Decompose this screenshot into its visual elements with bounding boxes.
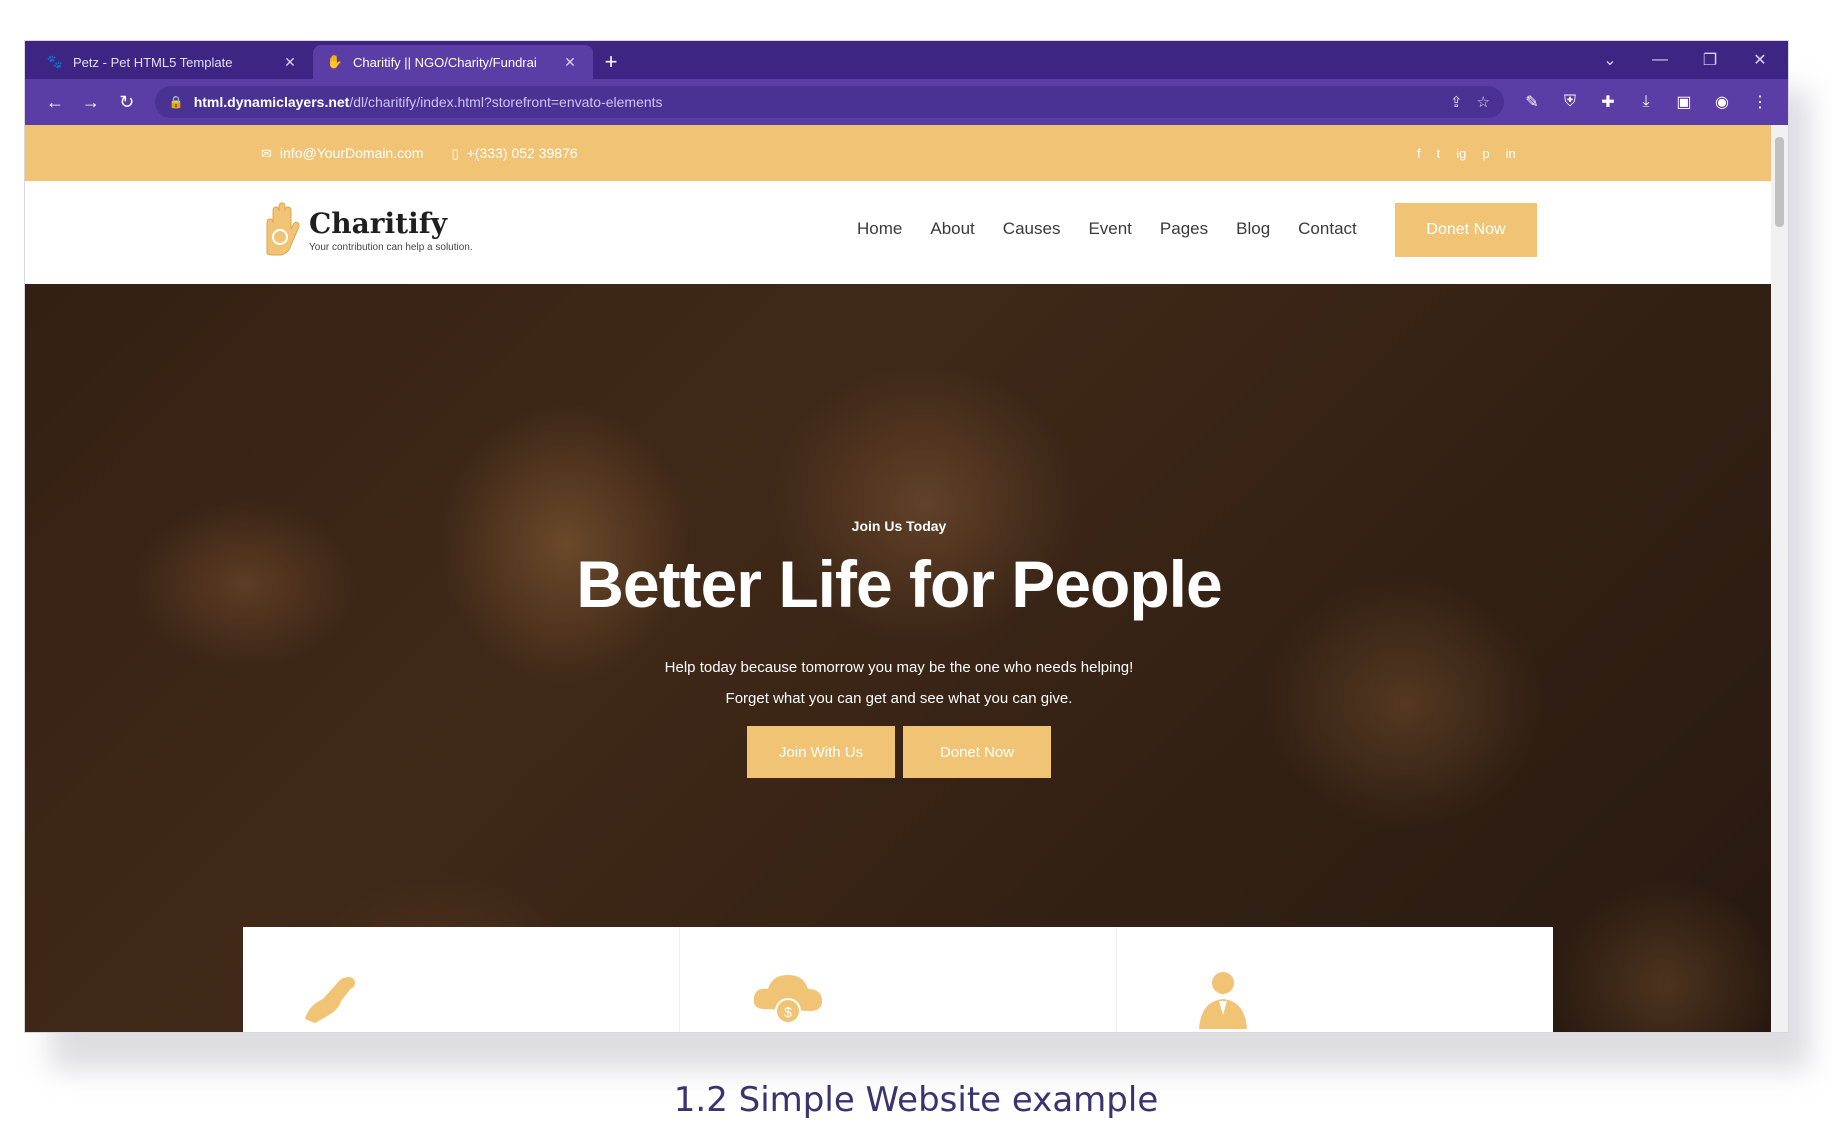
figure: 🐾 Petz - Pet HTML5 Template ✕ ✋ Charitif… [0, 0, 1832, 1142]
tab-strip: 🐾 Petz - Pet HTML5 Template ✕ ✋ Charitif… [25, 41, 1788, 79]
site-topbar: ✉ info@YourDomain.com ▯ +(333) 052 39876 f… [25, 125, 1773, 181]
svg-text:$: $ [784, 1004, 792, 1020]
tab-petz[interactable]: 🐾 Petz - Pet HTML5 Template ✕ [33, 45, 313, 79]
logo-tagline: Your contribution can help a solution. [309, 241, 473, 253]
browser-window: 🐾 Petz - Pet HTML5 Template ✕ ✋ Charitif… [24, 40, 1789, 1033]
join-with-us-button[interactable]: Join With Us [747, 726, 895, 778]
hero-subtitle-line2: Forget what you can get and see what you… [725, 690, 1073, 707]
nav-about[interactable]: About [930, 219, 974, 239]
extensions-bar: ✎ ⛨ ✚ ⤓ ▣ ◉ ⋮ [1516, 86, 1776, 118]
mail-icon: ✉ [261, 145, 272, 161]
close-window-icon[interactable]: ✕ [1738, 50, 1782, 70]
contact-info: ✉ info@YourDomain.com ▯ +(333) 052 39876 [261, 145, 578, 162]
back-arrow-icon[interactable]: ← [37, 86, 73, 118]
twitter-icon[interactable]: t [1437, 146, 1441, 161]
lock-icon[interactable]: 🔒 [169, 95, 184, 109]
browser-toolbar: ← → ↻ 🔒 html.dynamiclayers.net /dl/chari… [25, 79, 1788, 125]
nav-home[interactable]: Home [857, 219, 902, 239]
minimize-icon[interactable]: — [1638, 51, 1682, 69]
address-bar[interactable]: 🔒 html.dynamiclayers.net /dl/charitify/i… [154, 86, 1504, 118]
instagram-icon[interactable]: ig [1456, 146, 1466, 161]
hand-icon: ✋ [326, 54, 344, 69]
figure-caption: 1.2 Simple Website example [673, 1080, 1159, 1120]
tab-charitify[interactable]: ✋ Charitify || NGO/Charity/Fundrai ✕ [313, 45, 593, 79]
feature-card[interactable] [1117, 927, 1553, 1032]
nav-contact[interactable]: Contact [1298, 219, 1357, 239]
money-cloud-icon: $ [750, 969, 826, 1032]
volunteer-person-icon [1193, 969, 1253, 1032]
hero-donate-button[interactable]: Donet Now [903, 726, 1051, 778]
download-icon[interactable]: ⤓ [1630, 86, 1662, 118]
forward-arrow-icon[interactable]: → [73, 86, 109, 118]
close-icon[interactable]: ✕ [281, 54, 299, 71]
url-path: /dl/charitify/index.html?storefront=enva… [349, 94, 663, 110]
extension-shield-icon[interactable]: ⛨ [1554, 86, 1586, 118]
sidepanel-icon[interactable]: ▣ [1668, 86, 1700, 118]
site-header: Charitify Your contribution can help a s… [25, 181, 1773, 284]
site-logo[interactable]: Charitify Your contribution can help a s… [259, 201, 473, 259]
main-nav: Home About Causes Event Pages Blog Conta… [857, 219, 1357, 239]
share-icon[interactable]: ⇪ [1450, 93, 1463, 111]
close-icon[interactable]: ✕ [561, 54, 579, 71]
phone-item[interactable]: ▯ +(333) 052 39876 [452, 145, 578, 162]
tab-title: Petz - Pet HTML5 Template [73, 54, 233, 70]
reload-icon[interactable]: ↻ [109, 86, 145, 118]
linkedin-icon[interactable]: in [1506, 146, 1516, 161]
feature-card[interactable] [243, 927, 680, 1032]
window-controls: ⌄ — ❐ ✕ [1588, 41, 1782, 79]
hero-banner: Join Us Today Better Life for People Hel… [25, 284, 1773, 1032]
donate-hand-icon [299, 969, 363, 1032]
chevron-down-icon[interactable]: ⌄ [1588, 50, 1632, 70]
nav-event[interactable]: Event [1088, 219, 1131, 239]
profile-avatar-icon[interactable]: ◉ [1706, 86, 1738, 118]
new-tab-button[interactable]: + [593, 45, 629, 79]
logo-name: Charitify [309, 206, 448, 240]
email-item[interactable]: ✉ info@YourDomain.com [261, 145, 424, 162]
feature-card[interactable]: $ [680, 927, 1117, 1032]
bookmark-star-icon[interactable]: ☆ [1477, 93, 1490, 111]
phone-icon: ▯ [451, 145, 459, 161]
paw-icon: 🐾 [46, 54, 64, 69]
nav-pages[interactable]: Pages [1160, 219, 1208, 239]
hand-logo-icon [259, 201, 301, 259]
hero-buttons: Join With Us Donet Now [25, 726, 1773, 778]
facebook-icon[interactable]: f [1417, 146, 1421, 161]
nav-blog[interactable]: Blog [1236, 219, 1270, 239]
email-text: info@YourDomain.com [279, 144, 424, 161]
nav-causes[interactable]: Causes [1003, 219, 1061, 239]
hero-subtitle: Help today because tomorrow you may be t… [25, 652, 1773, 714]
hero-eyebrow: Join Us Today [851, 518, 947, 534]
menu-kebab-icon[interactable]: ⋮ [1744, 86, 1776, 118]
tab-title: Charitify || NGO/Charity/Fundrai [353, 54, 537, 70]
url-host: html.dynamiclayers.net [193, 94, 350, 110]
hero-title: Better Life for People [576, 547, 1222, 621]
hero-subtitle-line1: Help today because tomorrow you may be t… [664, 659, 1134, 676]
page-scrollbar[interactable] [1771, 125, 1788, 1032]
pinterest-icon[interactable]: p [1482, 146, 1489, 161]
social-links: f t ig p in [1417, 146, 1516, 161]
restore-icon[interactable]: ❐ [1688, 50, 1732, 70]
donate-now-button[interactable]: Donet Now [1395, 203, 1537, 257]
feature-cards: $ [243, 927, 1553, 1032]
eyedropper-icon[interactable]: ✎ [1516, 86, 1548, 118]
phone-text: +(333) 052 39876 [466, 144, 578, 161]
scrollbar-thumb[interactable] [1775, 137, 1784, 227]
puzzle-icon[interactable]: ✚ [1592, 86, 1624, 118]
web-page: ✉ info@YourDomain.com ▯ +(333) 052 39876 f… [25, 125, 1773, 1032]
